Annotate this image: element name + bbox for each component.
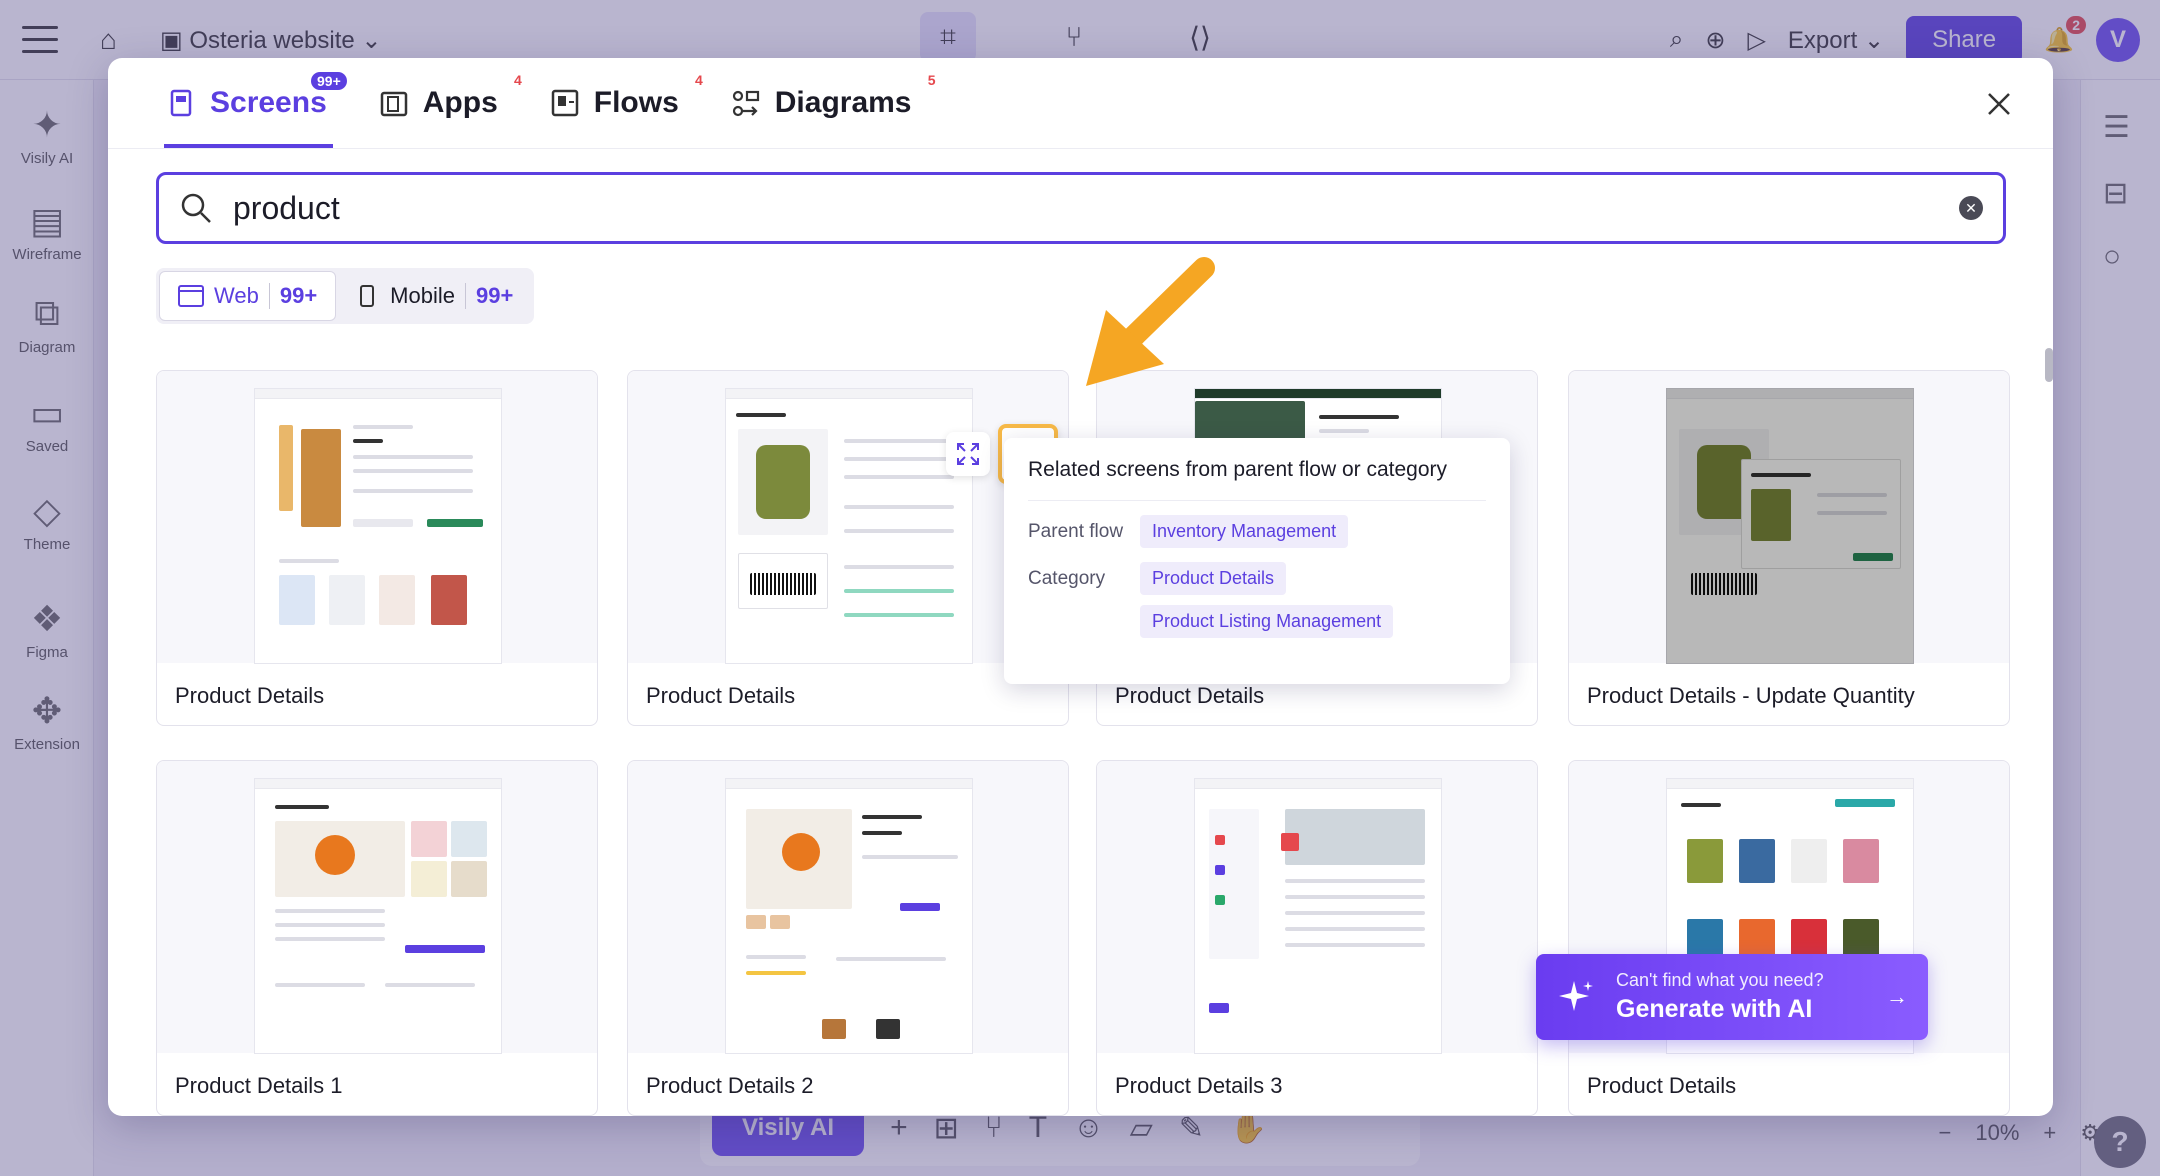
flows-icon: [550, 88, 580, 118]
tab-badge: 4: [513, 72, 522, 88]
sparkle-icon: [1556, 977, 1596, 1017]
screen-card-title: Product Details: [1587, 1073, 1737, 1098]
category-chip[interactable]: Product Listing Management: [1140, 605, 1394, 638]
platform-filter: Web 99+ Mobile 99+: [156, 268, 535, 324]
screen-card-title: Product Details 2: [646, 1073, 814, 1098]
screen-card-title: Product Details 3: [1115, 1073, 1283, 1098]
screen-thumbnail: [157, 371, 597, 663]
popover-heading: Related screens from parent flow or cate…: [1028, 458, 1486, 501]
apps-icon: [379, 88, 409, 118]
tab-badge: 4: [694, 72, 703, 88]
tab-screens[interactable]: Screens 99+: [156, 58, 347, 148]
tab-bar: Screens 99+ Apps 4 Flows 4 Diagrams 5: [156, 58, 954, 148]
screen-thumbnail: [628, 371, 1068, 663]
screen-card-title: Product Details - Update Quantity: [1587, 683, 1915, 708]
screen-thumbnail: [1097, 761, 1537, 1053]
mobile-icon: [354, 285, 380, 307]
screen-thumbnail: [157, 761, 597, 1053]
screen-card-title: Product Details: [1115, 683, 1265, 708]
screen-card[interactable]: Product Details 1: [156, 760, 598, 1116]
generate-ai-title: Generate with AI: [1616, 995, 1813, 1023]
tab-flows[interactable]: Flows 4: [540, 58, 703, 148]
search-icon: [179, 191, 213, 225]
close-icon[interactable]: [1981, 86, 2017, 122]
search-value[interactable]: product: [233, 190, 1959, 227]
generate-with-ai-button[interactable]: Can't find what you need? Generate with …: [1536, 954, 1928, 1040]
tab-divider: [108, 148, 2053, 149]
category-label: Category: [1028, 568, 1106, 589]
screen-card-title: Product Details: [175, 683, 325, 708]
platform-mobile[interactable]: Mobile 99+: [336, 271, 531, 321]
category-chip[interactable]: Product Details: [1140, 562, 1287, 595]
screen-card[interactable]: Product Details 2: [627, 760, 1069, 1116]
screen-card-title: Product Details: [646, 683, 796, 708]
arrow-right-icon: →: [1886, 984, 1908, 1009]
tab-diagrams[interactable]: Diagrams 5: [721, 58, 936, 148]
tab-badge: 99+: [311, 72, 347, 90]
generate-ai-subtitle: Can't find what you need?: [1616, 970, 1824, 990]
callout-arrow-icon: [1068, 254, 1228, 404]
screen-card[interactable]: Product Details 3: [1096, 760, 1538, 1116]
parent-flow-label: Parent flow: [1028, 521, 1124, 542]
scrollbar[interactable]: [2045, 348, 2053, 382]
diagram-icon: [731, 88, 761, 118]
related-screens-popover: Related screens from parent flow or cate…: [1004, 438, 1510, 684]
tab-badge: 5: [927, 72, 936, 88]
screen-icon: [166, 88, 196, 118]
parent-flow-chip[interactable]: Inventory Management: [1140, 515, 1349, 548]
search-input[interactable]: product ✕: [156, 172, 2006, 244]
screen-thumbnail: [628, 761, 1068, 1053]
screen-card[interactable]: Product Details - Update Quantity: [1568, 370, 2010, 726]
screen-card[interactable]: Product Details: [1568, 760, 2010, 1116]
expand-icon[interactable]: [946, 432, 990, 476]
screen-thumbnail: [1569, 371, 2009, 663]
screen-card-title: Product Details 1: [175, 1073, 343, 1098]
clear-search-icon[interactable]: ✕: [1959, 196, 1983, 220]
platform-web[interactable]: Web 99+: [159, 271, 337, 321]
screen-card[interactable]: Product Details: [156, 370, 598, 726]
browser-icon: [178, 285, 204, 307]
tab-apps[interactable]: Apps 4: [369, 58, 522, 148]
